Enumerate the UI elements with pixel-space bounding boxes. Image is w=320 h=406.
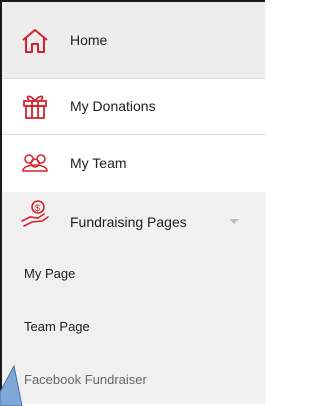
arrow-pointer-icon: [0, 364, 23, 406]
